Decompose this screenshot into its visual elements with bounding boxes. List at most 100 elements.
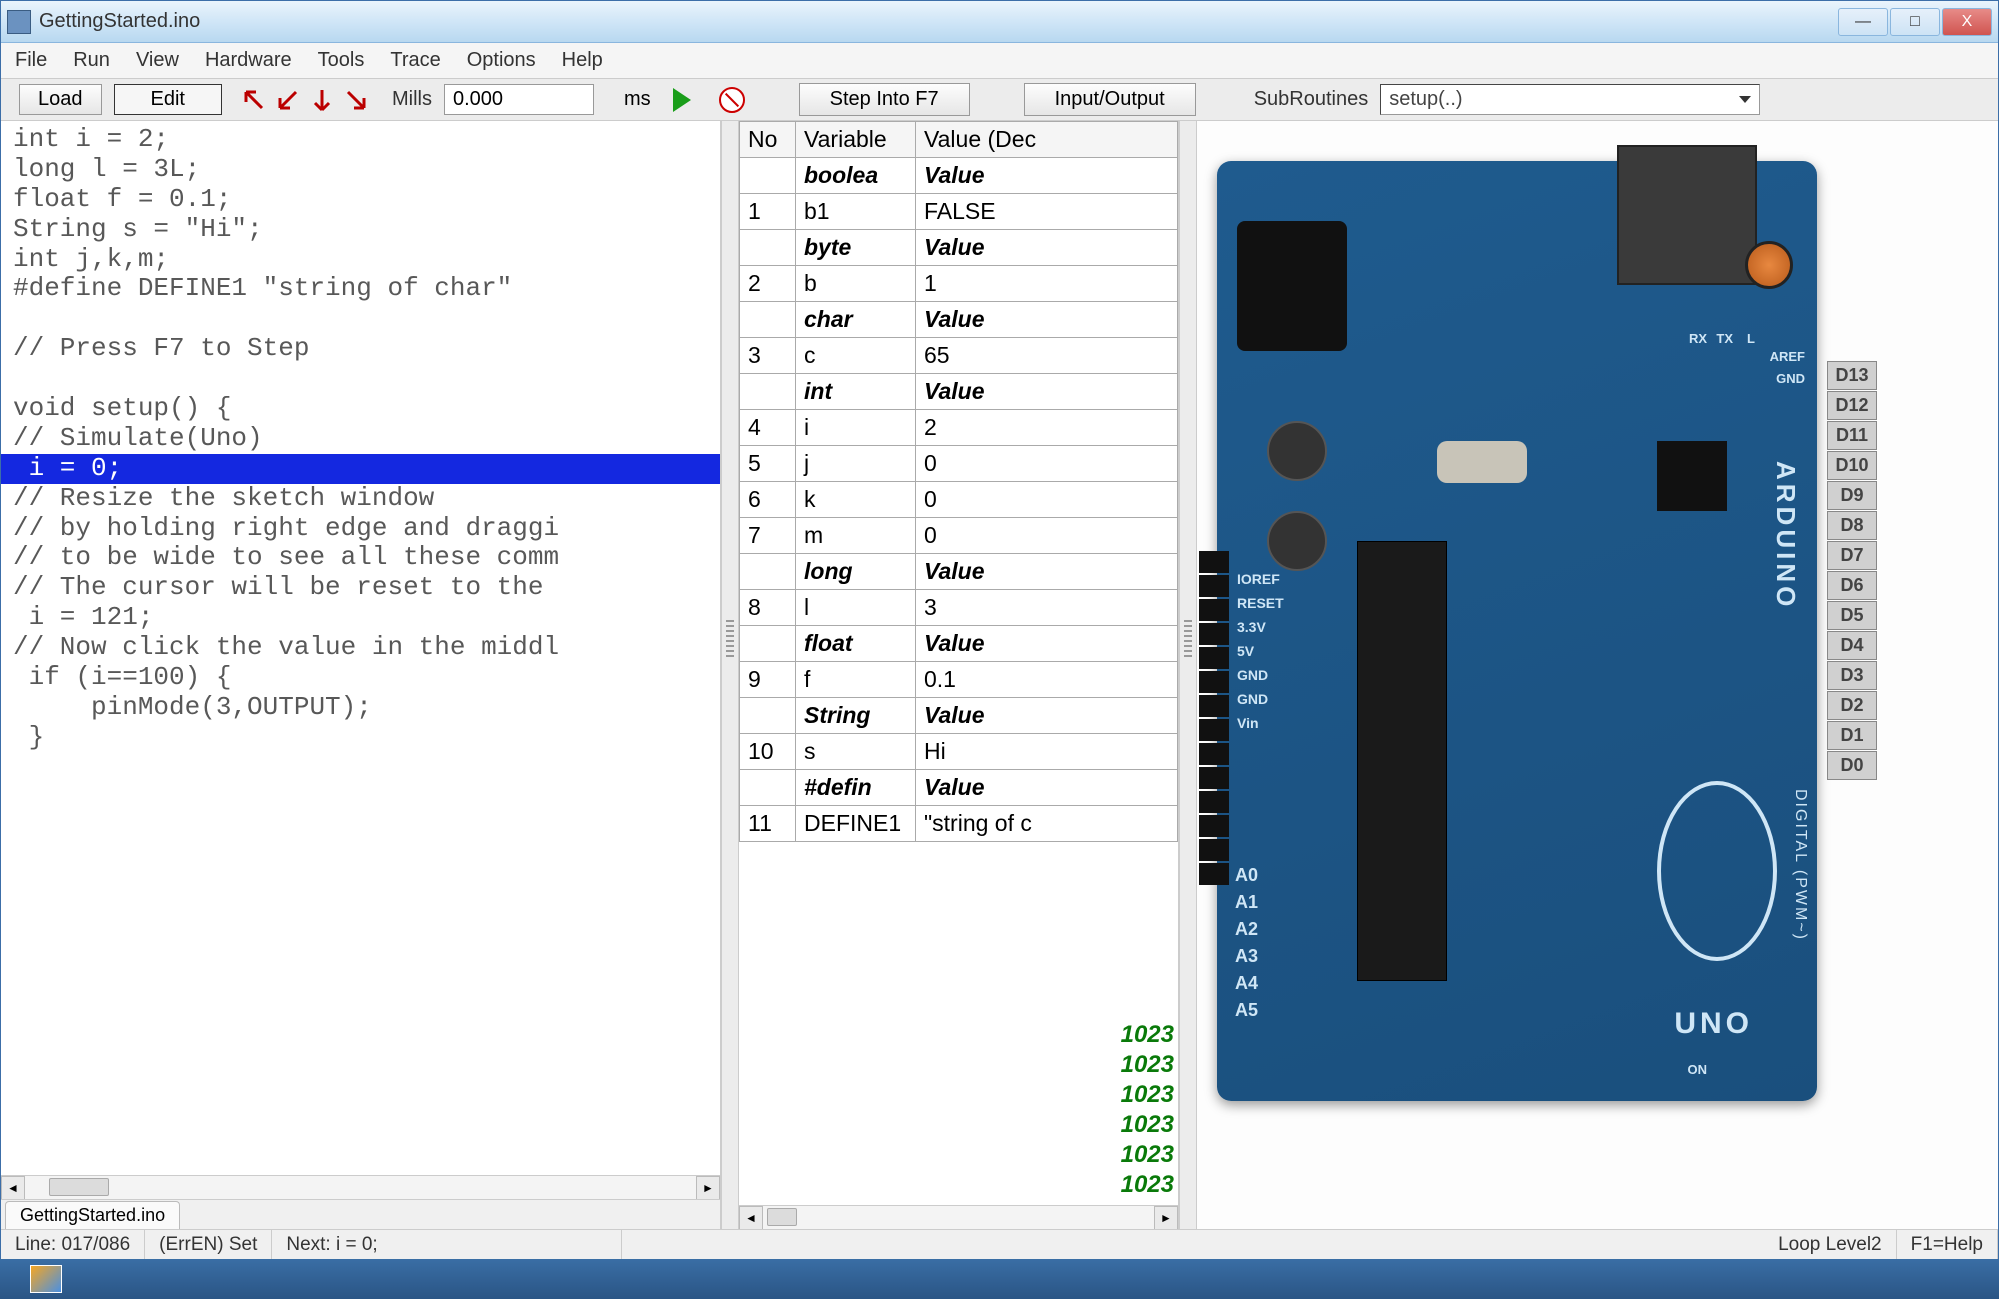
code-line[interactable]: // Now click the value in the middl — [1, 633, 720, 663]
power-pin-label: 3.3V — [1237, 619, 1284, 635]
menu-file[interactable]: File — [15, 49, 47, 72]
minimize-button[interactable]: — — [1838, 8, 1888, 36]
arrow-buttons — [242, 88, 368, 112]
code-line[interactable] — [1, 364, 720, 394]
splitter-1[interactable] — [721, 121, 739, 1229]
var-row[interactable]: 9f0.1 — [740, 662, 1178, 698]
menu-hardware[interactable]: Hardware — [205, 49, 292, 72]
code-line[interactable]: i = 0; — [1, 454, 720, 484]
scroll-right-icon[interactable]: ► — [696, 1176, 720, 1200]
input-output-button[interactable]: Input/Output — [1024, 83, 1196, 116]
code-line[interactable]: int j,k,m; — [1, 245, 720, 275]
play-icon[interactable] — [673, 88, 691, 112]
digital-pin[interactable]: D6 — [1827, 571, 1877, 600]
variables-table[interactable]: No Variable Value (Dec booleaValue1b1FAL… — [739, 121, 1178, 842]
code-hscrollbar[interactable]: ◄ ► — [1, 1175, 720, 1199]
close-button[interactable]: X — [1942, 8, 1992, 36]
vars-hscrollbar[interactable]: ◄ ► — [739, 1205, 1178, 1229]
splitter-2[interactable] — [1179, 121, 1197, 1229]
digital-pin[interactable]: D12 — [1827, 391, 1877, 420]
code-line[interactable]: // Simulate(Uno) — [1, 424, 720, 454]
tab-gettingstarted[interactable]: GettingStarted.ino — [5, 1201, 180, 1229]
code-line[interactable]: if (i==100) { — [1, 663, 720, 693]
taskbar-app-icon[interactable] — [30, 1265, 62, 1293]
scroll-thumb[interactable] — [767, 1208, 797, 1226]
stop-icon[interactable] — [719, 87, 745, 113]
code-line[interactable]: void setup() { — [1, 394, 720, 424]
var-row[interactable]: 2b1 — [740, 266, 1178, 302]
menu-view[interactable]: View — [136, 49, 179, 72]
scroll-left-icon[interactable]: ◄ — [1, 1176, 25, 1200]
taskbar[interactable] — [0, 1259, 1999, 1299]
scroll-right-icon[interactable]: ► — [1154, 1206, 1178, 1230]
code-line[interactable]: float f = 0.1; — [1, 185, 720, 215]
code-line[interactable]: #define DEFINE1 "string of char" — [1, 274, 720, 304]
arrow-nw-icon[interactable] — [242, 88, 266, 112]
code-line[interactable]: String s = "Hi"; — [1, 215, 720, 245]
code-line[interactable]: // Resize the sketch window — [1, 484, 720, 514]
edit-button[interactable]: Edit — [114, 84, 222, 115]
scroll-track[interactable] — [25, 1176, 696, 1199]
col-value[interactable]: Value (Dec — [916, 122, 1178, 158]
digital-pin[interactable]: D9 — [1827, 481, 1877, 510]
var-row[interactable]: 11DEFINE1"string of c — [740, 806, 1178, 842]
power-pin-label: 5V — [1237, 643, 1284, 659]
digital-pin[interactable]: D11 — [1827, 421, 1877, 450]
titlebar[interactable]: GettingStarted.ino — □ X — [1, 1, 1998, 43]
code-line[interactable] — [1, 304, 720, 334]
digital-pin[interactable]: D5 — [1827, 601, 1877, 630]
var-row[interactable]: 5j0 — [740, 446, 1178, 482]
digital-pin[interactable]: D0 — [1827, 751, 1877, 780]
mills-input[interactable] — [444, 84, 594, 115]
var-row[interactable]: 4i2 — [740, 410, 1178, 446]
left-pin-header[interactable] — [1199, 551, 1229, 885]
code-line[interactable]: // The cursor will be reset to the — [1, 573, 720, 603]
menu-help[interactable]: Help — [562, 49, 603, 72]
digital-pin[interactable]: D10 — [1827, 451, 1877, 480]
code-line[interactable]: // by holding right edge and draggi — [1, 514, 720, 544]
code-line[interactable]: long l = 3L; — [1, 155, 720, 185]
arrow-sw-icon[interactable] — [276, 88, 300, 112]
digital-pin[interactable]: D2 — [1827, 691, 1877, 720]
scroll-thumb[interactable] — [49, 1178, 109, 1196]
var-section-header: StringValue — [740, 698, 1178, 734]
analog-pin-label: A5 — [1235, 1000, 1258, 1021]
var-row[interactable]: 3c65 — [740, 338, 1178, 374]
menu-options[interactable]: Options — [467, 49, 536, 72]
digital-pin[interactable]: D3 — [1827, 661, 1877, 690]
reset-button[interactable] — [1745, 241, 1793, 289]
subroutines-dropdown[interactable]: setup(..) — [1380, 84, 1760, 115]
digital-pin[interactable]: D13 — [1827, 361, 1877, 390]
digital-pin[interactable]: D8 — [1827, 511, 1877, 540]
var-row[interactable]: 6k0 — [740, 482, 1178, 518]
menu-tools[interactable]: Tools — [318, 49, 365, 72]
arduino-board[interactable]: UNO ARDUINO DIGITAL (PWM~) IOREFRESET3.3… — [1217, 161, 1817, 1101]
menu-trace[interactable]: Trace — [390, 49, 440, 72]
digital-pin[interactable]: D4 — [1827, 631, 1877, 660]
var-row[interactable]: 10sHi — [740, 734, 1178, 770]
digital-pin[interactable]: D7 — [1827, 541, 1877, 570]
code-line[interactable]: } — [1, 723, 720, 753]
var-row[interactable]: 1b1FALSE — [740, 194, 1178, 230]
code-line[interactable]: // to be wide to see all these comm — [1, 543, 720, 573]
usb-port — [1617, 145, 1757, 285]
maximize-button[interactable]: □ — [1890, 8, 1940, 36]
menu-run[interactable]: Run — [73, 49, 110, 72]
var-row[interactable]: 8l3 — [740, 590, 1178, 626]
code-line[interactable]: // Press F7 to Step — [1, 334, 720, 364]
load-button[interactable]: Load — [19, 84, 102, 115]
col-variable[interactable]: Variable — [796, 122, 916, 158]
digital-pin[interactable]: D1 — [1827, 721, 1877, 750]
step-into-button[interactable]: Step Into F7 — [799, 83, 970, 116]
var-row[interactable]: 7m0 — [740, 518, 1178, 554]
col-no[interactable]: No — [740, 122, 796, 158]
digital-pins[interactable]: D13D12D11D10D9D8D7D6D5D4D3D2D1D0 — [1827, 361, 1877, 780]
arrow-se-icon[interactable] — [344, 88, 368, 112]
scroll-left-icon[interactable]: ◄ — [739, 1206, 763, 1230]
scroll-track[interactable] — [763, 1206, 1154, 1229]
arrow-down-icon[interactable] — [310, 88, 334, 112]
code-line[interactable]: int i = 2; — [1, 125, 720, 155]
code-line[interactable]: i = 121; — [1, 603, 720, 633]
code-editor[interactable]: int i = 2;long l = 3L;float f = 0.1;Stri… — [1, 121, 720, 1175]
code-line[interactable]: pinMode(3,OUTPUT); — [1, 693, 720, 723]
